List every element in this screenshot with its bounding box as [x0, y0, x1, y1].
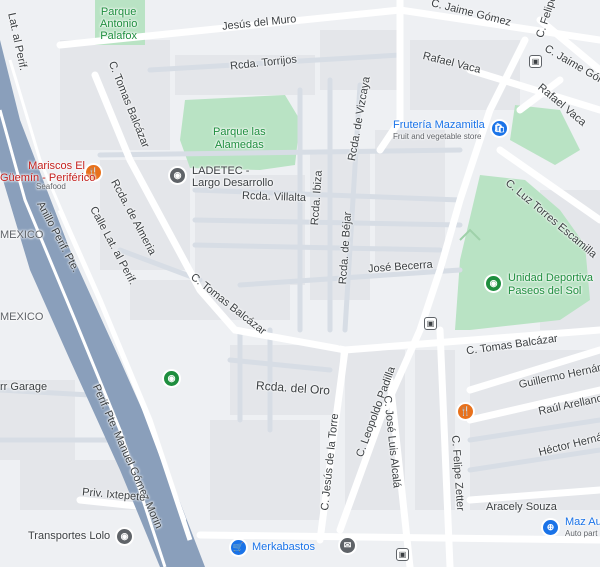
area-mexico-1: MEXICO	[0, 229, 44, 241]
food-icon-2[interactable]: 🍴	[458, 404, 473, 419]
fruteria-label[interactable]: Frutería Mazamitla	[393, 120, 485, 131]
area-mexico-2: MEXICO	[0, 311, 44, 323]
shopping-bag-icon[interactable]: 🛍	[492, 121, 507, 136]
place-pin[interactable]: ◉	[164, 371, 179, 386]
maz-auto-sub-label: Auto part	[565, 529, 598, 538]
garage-label[interactable]: rr Garage	[0, 382, 47, 393]
ladetec-pin[interactable]: ◉	[170, 168, 185, 183]
merkabastos-label[interactable]: Merkabastos	[252, 542, 315, 553]
bus-stop-icon[interactable]: ▣	[529, 55, 542, 68]
transportes-pin[interactable]: ◉	[117, 529, 132, 544]
maz-auto-label[interactable]: Maz Au	[565, 517, 600, 528]
transportes-lolo-label[interactable]: Transportes Lolo	[28, 531, 110, 542]
sports-pin[interactable]: ◉	[486, 276, 501, 291]
mariscos-label[interactable]: Mariscos El Güemín - Periférico	[0, 160, 95, 184]
park-palafox-label[interactable]: Parque Antonio Palafox	[100, 6, 137, 42]
unidad-deportiva-label[interactable]: Unidad Deportiva Paseos del Sol	[508, 272, 593, 298]
street-rcda-villalta: Rcda. Villalta	[241, 189, 307, 205]
bus-stop-icon[interactable]: ▣	[424, 317, 437, 330]
ladetec-label[interactable]: LADETEC - Largo Desarrollo	[192, 165, 273, 189]
park-alamedas-label[interactable]: Parque las Alamedas	[213, 126, 266, 152]
mail-icon[interactable]: ✉	[340, 538, 355, 553]
car-icon[interactable]: ⊕	[543, 520, 558, 535]
map-canvas[interactable]: Jesús del Muro C. Jaime Gómez C. Felipe …	[0, 0, 600, 567]
fruteria-sub-label: Fruit and vegetable store	[393, 132, 482, 141]
bus-stop-icon[interactable]: ▣	[396, 548, 409, 561]
cart-icon[interactable]: 🛒	[231, 540, 246, 555]
street-aracely-souza: Aracely Souza	[486, 501, 557, 513]
mariscos-sub-label: Seafood	[36, 182, 66, 191]
